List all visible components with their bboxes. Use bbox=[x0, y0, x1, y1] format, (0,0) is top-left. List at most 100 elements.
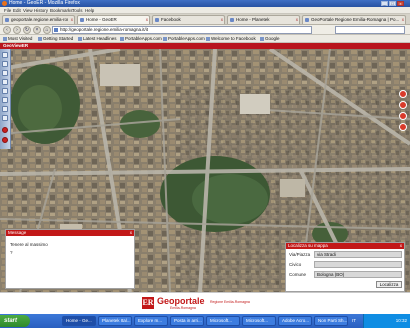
site-identity-icon bbox=[54, 28, 58, 32]
stop-icon[interactable]: × bbox=[33, 26, 41, 34]
print-icon[interactable] bbox=[2, 127, 8, 133]
bookmark-icon bbox=[120, 36, 124, 41]
civic-number-field[interactable] bbox=[314, 261, 402, 268]
bookmark-item[interactable]: Latest Headlines bbox=[78, 35, 117, 43]
tab-close-icon[interactable]: x bbox=[402, 16, 404, 24]
tab-planetek[interactable]: Home - Planetek x bbox=[227, 15, 300, 24]
bookmarks-bar: Most Visited Getting Started Latest Head… bbox=[0, 35, 410, 43]
taskbar-item[interactable]: Non Parti Sh... bbox=[314, 316, 348, 326]
pan-icon[interactable] bbox=[2, 61, 8, 67]
layers-icon[interactable] bbox=[2, 88, 8, 94]
zoom-out-icon[interactable] bbox=[399, 112, 407, 120]
url-bar[interactable]: http://geoportale.regione.emilia-romagna… bbox=[52, 26, 312, 34]
clock[interactable]: 10:32 bbox=[396, 314, 407, 328]
menu-file[interactable]: File bbox=[4, 7, 11, 14]
tab-strip: geoportale.regione.emilia-romagna - Cerc… bbox=[0, 14, 410, 25]
municipality-field[interactable]: Bologna (BO) bbox=[314, 271, 402, 278]
firefox-icon bbox=[2, 1, 7, 6]
tab-geoportale[interactable]: GeoPortale Regione Emilia-Romagna | Po..… bbox=[302, 15, 406, 24]
tab-label: GeoPortale Regione Emilia-Romagna | Po..… bbox=[311, 17, 399, 22]
taskbar-item[interactable]: Home - Ge... bbox=[62, 316, 96, 326]
field-label: Civico bbox=[289, 262, 302, 267]
close-button[interactable]: x bbox=[397, 1, 404, 6]
maximize-button[interactable]: □ bbox=[389, 1, 396, 6]
panel-title: Message bbox=[8, 230, 27, 235]
message-text: Tenere al massimo bbox=[10, 242, 48, 247]
tab-search[interactable]: geoportale.regione.emilia-romagna - Cerc… bbox=[2, 15, 75, 24]
start-button[interactable]: start bbox=[0, 315, 30, 327]
tab-close-icon[interactable]: x bbox=[146, 16, 148, 24]
panel-header: Localizza su mappa x bbox=[286, 243, 404, 249]
facebook-icon bbox=[206, 36, 210, 41]
menu-bookmarks[interactable]: Bookmarks bbox=[50, 7, 73, 14]
panel-title: Localizza su mappa bbox=[288, 243, 328, 248]
street-field[interactable]: via Stradi bbox=[314, 251, 402, 258]
bookmark-label: PortableApps.com bbox=[168, 36, 205, 41]
forward-icon[interactable]: › bbox=[13, 26, 21, 34]
favicon-icon bbox=[305, 18, 309, 22]
bookmark-label: Getting Started bbox=[43, 36, 74, 41]
search-input[interactable] bbox=[335, 26, 405, 34]
menu-history[interactable]: History bbox=[34, 7, 48, 14]
bookmark-item[interactable]: PortableApps.com bbox=[120, 35, 162, 43]
url-text: http://geoportale.regione.emilia-romagna… bbox=[60, 27, 149, 32]
favicon-icon bbox=[230, 18, 234, 22]
tab-close-icon[interactable]: x bbox=[221, 16, 223, 24]
menu-help[interactable]: Help bbox=[85, 7, 94, 14]
window-title: Home - GeoER - Mozilla Firefox bbox=[9, 0, 80, 6]
bookmark-icon bbox=[3, 36, 7, 41]
back-icon[interactable]: ‹ bbox=[3, 26, 11, 34]
taskbar-item[interactable]: Explore m... bbox=[134, 316, 168, 326]
zoom-in-icon[interactable] bbox=[2, 70, 8, 76]
favicon-icon bbox=[5, 18, 9, 22]
reload-icon[interactable]: ↻ bbox=[23, 26, 31, 34]
tab-label: Home - GeoER bbox=[86, 17, 117, 22]
taskbar-item[interactable]: Posta in arri... bbox=[170, 316, 204, 326]
language-indicator[interactable]: IT bbox=[352, 314, 356, 328]
er-logo: ER bbox=[142, 297, 154, 309]
locate-panel: Localizza su mappa x Via/Piazza via Stra… bbox=[285, 242, 405, 292]
google-icon bbox=[260, 36, 264, 41]
zoom-out-icon[interactable] bbox=[2, 79, 8, 85]
select-icon[interactable] bbox=[2, 115, 8, 121]
taskbar-item[interactable]: Planetek Ital... bbox=[98, 316, 132, 326]
bookmark-item[interactable]: Welcome to Facebook bbox=[206, 35, 256, 43]
tab-label: geoportale.regione.emilia-romagna - Cerc… bbox=[11, 17, 68, 22]
bookmark-label: Google bbox=[265, 36, 280, 41]
rotate-icon[interactable] bbox=[399, 123, 407, 131]
tab-label: Home - Planetek bbox=[236, 17, 270, 22]
home-icon[interactable] bbox=[2, 52, 8, 58]
panel-close-button[interactable]: x bbox=[130, 230, 132, 236]
message-panel: Message x Tenere al massimo ? bbox=[5, 229, 135, 289]
compass-icon[interactable] bbox=[399, 90, 407, 98]
bookmark-item[interactable]: Most Visited bbox=[3, 35, 32, 43]
geoportale-subtitle: Emilia-Romagna bbox=[170, 306, 196, 310]
info-icon[interactable] bbox=[2, 106, 8, 112]
taskbar-item[interactable]: Microsoft... bbox=[206, 316, 240, 326]
window-title-bar: Home - GeoER - Mozilla Firefox _ □ x bbox=[0, 0, 410, 7]
locate-button[interactable]: Localizza bbox=[376, 281, 402, 288]
menu-view[interactable]: View bbox=[23, 7, 33, 14]
taskbar-item[interactable]: Adobe Acro... bbox=[278, 316, 312, 326]
menu-edit[interactable]: Edit bbox=[13, 7, 21, 14]
tab-home-geoer[interactable]: Home - GeoER x bbox=[77, 15, 150, 24]
minimize-button[interactable]: _ bbox=[381, 1, 388, 6]
panel-close-button[interactable]: x bbox=[400, 243, 402, 249]
tab-facebook[interactable]: Facebook x bbox=[152, 15, 225, 24]
site-footer: ER Geoportale Emilia-Romagna Regione Emi… bbox=[0, 292, 410, 314]
home-icon[interactable]: ⌂ bbox=[43, 26, 51, 34]
measure-icon[interactable] bbox=[2, 97, 8, 103]
taskbar-item[interactable]: Microsoft... bbox=[242, 316, 276, 326]
zoom-in-icon[interactable] bbox=[399, 101, 407, 109]
bookmark-item[interactable]: Getting Started bbox=[38, 35, 73, 43]
favicon-icon bbox=[80, 18, 84, 22]
tab-close-icon[interactable]: x bbox=[296, 16, 298, 24]
bookmark-label: PortableApps.com bbox=[125, 36, 162, 41]
bookmark-label: Latest Headlines bbox=[83, 36, 117, 41]
tab-close-icon[interactable]: x bbox=[71, 16, 73, 24]
bookmark-item[interactable]: PortableApps.com bbox=[163, 35, 205, 43]
windows-taskbar: start Home - Ge... Planetek Ital... Expl… bbox=[0, 314, 410, 328]
menu-tools[interactable]: Tools bbox=[72, 7, 83, 14]
clear-icon[interactable] bbox=[2, 137, 8, 143]
bookmark-item[interactable]: Google bbox=[260, 35, 280, 43]
